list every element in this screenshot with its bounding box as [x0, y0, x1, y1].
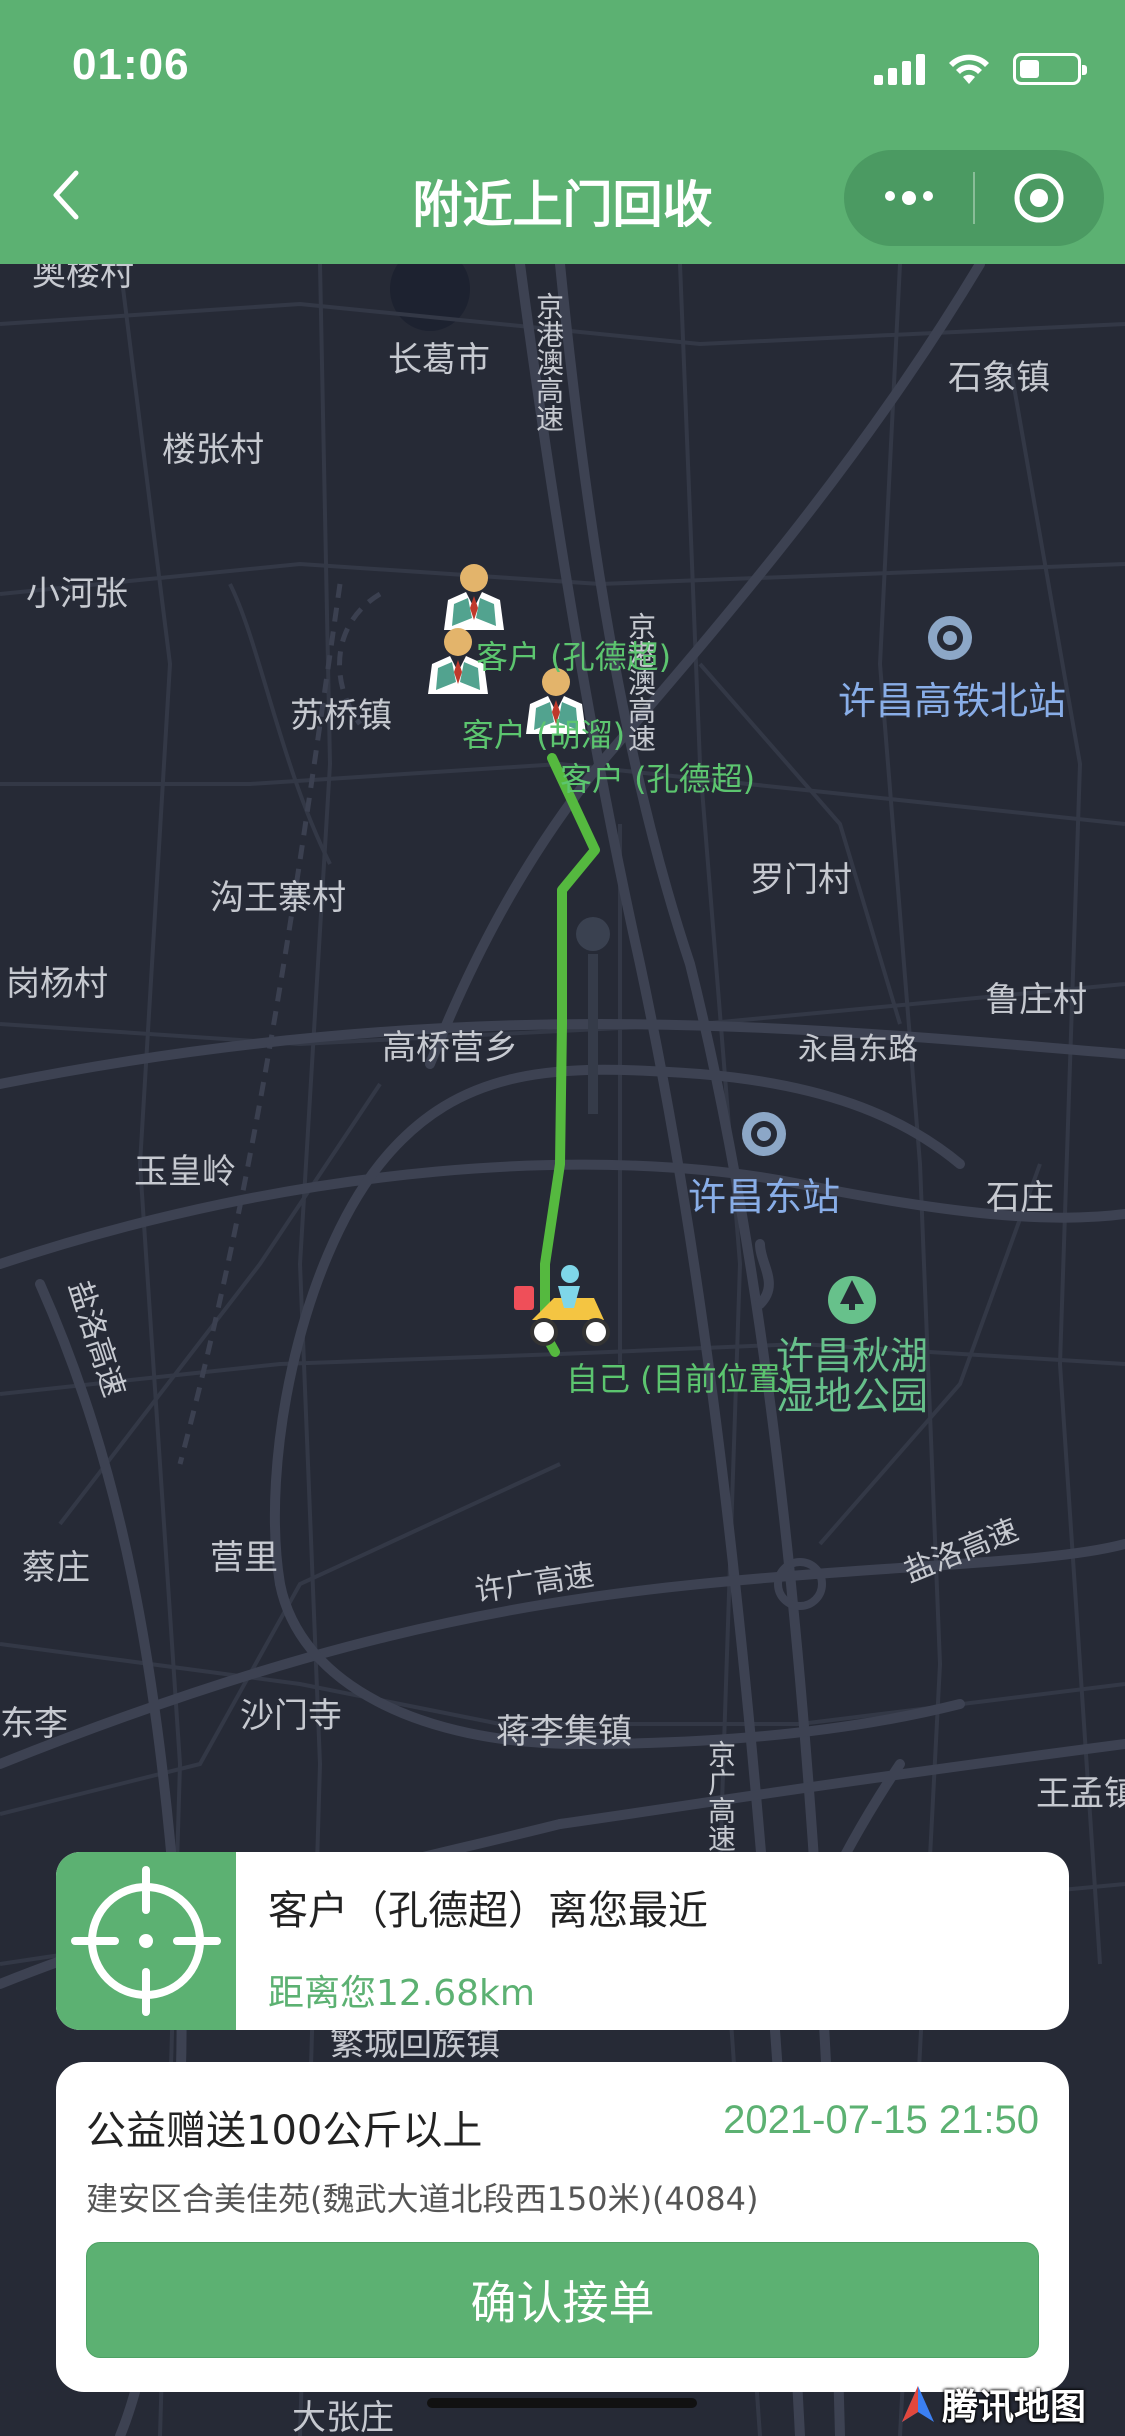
battery-level [1020, 60, 1039, 78]
nav-header: 01:06 附近上门回收 [0, 0, 1125, 264]
home-indicator [427, 2398, 697, 2408]
tencent-map-logo-icon [902, 2386, 934, 2422]
station-label: 许昌东站 [688, 1175, 841, 1219]
map-attribution: 腾讯地图 [900, 2378, 1086, 2430]
order-time: 2021-07-15 21:50 [723, 2098, 1039, 2142]
customer-marker-label: 客户 (孔德超) [560, 760, 756, 798]
crosshair-icon [71, 1866, 221, 2016]
map-place-label: 楼张村 [162, 430, 264, 470]
more-dots-icon [884, 191, 933, 205]
self-marker-label: 自己 (目前位置) [566, 1360, 794, 1398]
more-button[interactable] [844, 150, 973, 246]
order-address: 建安区合美佳苑(魏武大道北段西150米)(4084) [86, 2180, 759, 2218]
wifi-icon [949, 54, 989, 84]
map-place-label: 奥楼村 [32, 264, 134, 294]
confirm-order-button[interactable]: 确认接单 [86, 2242, 1039, 2358]
road-label: 京广高速 [704, 1740, 737, 1852]
order-title: 公益赠送100公斤以上 [86, 2108, 483, 2154]
map-place-label: 京港澳高速 [532, 292, 565, 432]
miniprogram-capsule [844, 150, 1104, 246]
map-place-label: 石象镇 [948, 358, 1050, 398]
customer-marker-label: 客户 (孔德超) [476, 638, 672, 676]
map-place-label: 长葛市 [388, 340, 490, 380]
target-circle-icon [1014, 173, 1064, 223]
close-miniprogram-button[interactable] [975, 150, 1104, 246]
crosshair-button[interactable] [56, 1852, 236, 2030]
map-place-label: 鲁庄村 [985, 980, 1087, 1020]
map-place-label: 沟王寨村 [210, 878, 346, 918]
battery-icon [1013, 53, 1087, 85]
self-scooter-marker[interactable] [514, 1265, 610, 1346]
park-label: 许昌秋湖湿地公园 [776, 1334, 929, 1418]
map-place-label: 沙门寺 [240, 1696, 342, 1736]
order-card: 公益赠送100公斤以上 2021-07-15 21:50 建安区合美佳苑(魏武大… [56, 2062, 1069, 2392]
map-place-label: 石庄 [986, 1178, 1054, 1218]
map-place-label: 玉皇岭 [134, 1152, 236, 1192]
map-place-label: 蒋李集镇 [496, 1712, 632, 1752]
map-place-label: 高桥营乡 [382, 1028, 518, 1068]
customer-marker-label: 客户 (胡溜) [462, 716, 626, 754]
map-place-label: 大张庄 [292, 2398, 394, 2436]
map-place-label: 营里 [210, 1538, 278, 1578]
map-place-label: 小河张 [26, 574, 128, 614]
map-place-label: 罗门村 [750, 860, 852, 900]
cellular-signal-icon [874, 53, 925, 85]
status-time: 01:06 [72, 40, 190, 89]
status-icons [874, 44, 1087, 94]
nearest-title: 客户（孔德超）离您最近 [268, 1888, 708, 1934]
map-place-label: 王孟镇 [1036, 1774, 1125, 1814]
nearest-customer-card[interactable]: 客户（孔德超）离您最近 距离您12.68km [56, 1852, 1069, 2030]
nearest-distance: 距离您12.68km [268, 1973, 535, 2014]
route-line [540, 753, 600, 1357]
map-place-label: 岗杨村 [6, 964, 108, 1004]
map-attribution-text: 腾讯地图 [942, 2387, 1087, 2428]
map-place-label: 蔡庄 [22, 1548, 90, 1588]
road-label: 永昌东路 [798, 1032, 918, 1067]
station-label: 许昌高铁北站 [838, 679, 1067, 723]
map-place-label: 东李 [0, 1704, 68, 1744]
nearest-info: 客户（孔德超）离您最近 距离您12.68km [236, 1852, 708, 2030]
map-place-label: 苏桥镇 [290, 696, 392, 736]
